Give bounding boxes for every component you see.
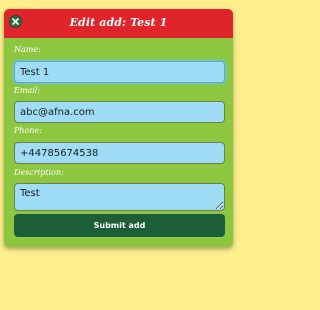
- phone-label: Phone:: [14, 126, 42, 135]
- phone-input[interactable]: [14, 142, 225, 164]
- name-input[interactable]: [14, 61, 225, 83]
- submit-add-button[interactable]: Submit add: [14, 214, 225, 237]
- description-textarea[interactable]: Test: [14, 183, 225, 211]
- dialog-title: Edit add: Test 1: [69, 16, 168, 29]
- email-label: Email:: [14, 86, 41, 95]
- email-input[interactable]: [14, 101, 225, 123]
- description-label: Description:: [14, 168, 64, 177]
- name-label: Name:: [14, 45, 41, 54]
- dialog-header: Edit add: Test 1: [4, 9, 233, 38]
- edit-add-dialog: Edit add: Test 1 Name: Email: Phone: Des…: [4, 9, 233, 247]
